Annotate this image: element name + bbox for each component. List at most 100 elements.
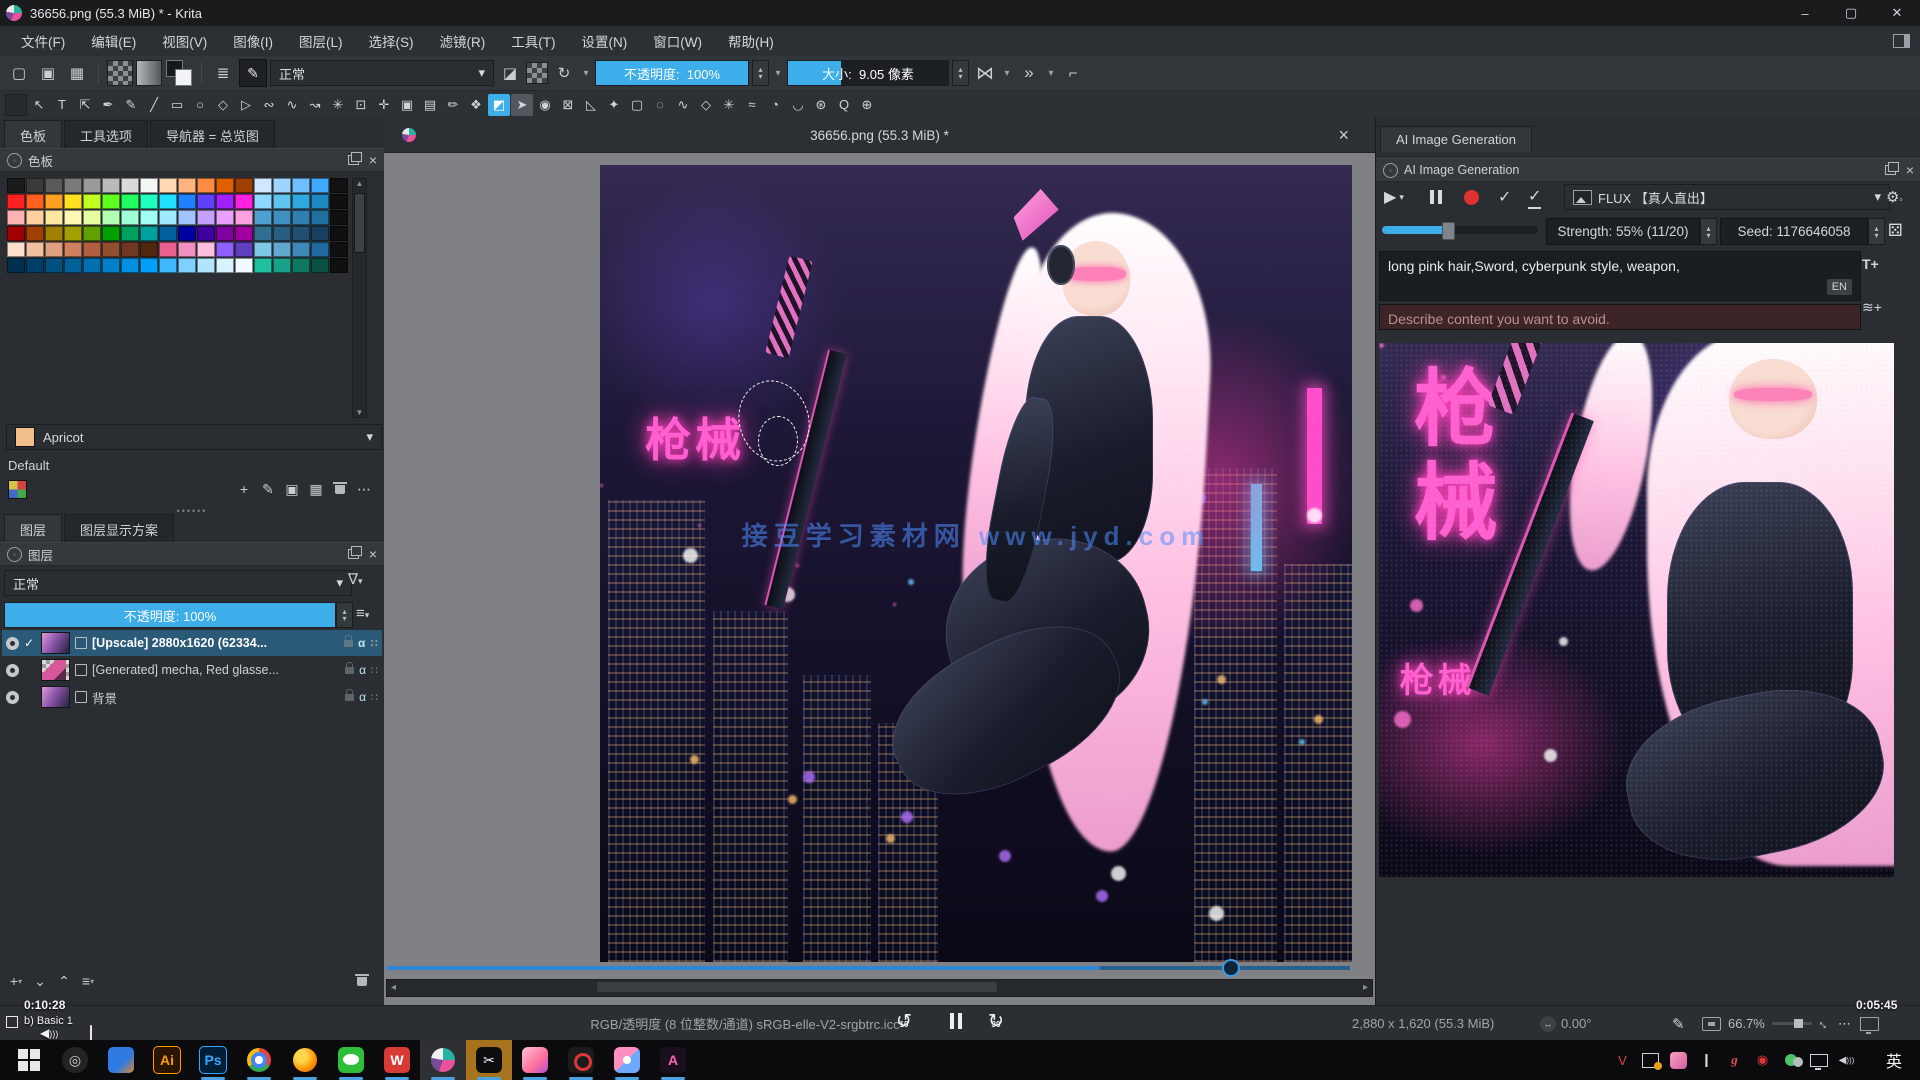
g-app-icon[interactable]: g bbox=[1725, 1051, 1744, 1070]
zoom-tool[interactable]: Q bbox=[833, 94, 855, 116]
video-pause-button[interactable] bbox=[948, 1013, 964, 1033]
menu-item-8[interactable]: 设置(N) bbox=[569, 26, 641, 56]
palette-swatch-22[interactable] bbox=[83, 194, 101, 209]
palette-swatch-89[interactable] bbox=[330, 242, 348, 257]
palette-grid[interactable] bbox=[7, 178, 348, 273]
palette-swatch-42[interactable] bbox=[121, 210, 139, 225]
palette-swatch-36[interactable] bbox=[7, 210, 25, 225]
zoom-slider[interactable] bbox=[1772, 1006, 1812, 1041]
magnetic-select-tool[interactable]: ◡ bbox=[787, 94, 809, 116]
ellipse-tool[interactable]: ○ bbox=[189, 94, 211, 116]
palette-swatch-73[interactable] bbox=[26, 242, 44, 257]
palette-swatch-11[interactable] bbox=[216, 178, 234, 193]
palette-swatch-45[interactable] bbox=[178, 210, 196, 225]
taskbar-app-obs[interactable]: ◎ bbox=[52, 1040, 98, 1080]
palette-swatch-97[interactable] bbox=[140, 258, 158, 273]
layer-properties-icon[interactable]: ≡▾ bbox=[76, 970, 100, 992]
add-layer-icon[interactable]: +▾ bbox=[4, 970, 28, 992]
float-docker-icon[interactable] bbox=[1885, 165, 1896, 175]
multibrush-tool[interactable]: ✳ bbox=[327, 94, 349, 116]
messenger-icon[interactable] bbox=[1781, 1051, 1800, 1070]
layer-visibility-icon[interactable] bbox=[6, 664, 19, 677]
taskbar-app-firefox[interactable] bbox=[282, 1040, 328, 1080]
palette-swatch-21[interactable] bbox=[64, 194, 82, 209]
chevron-down-icon[interactable]: ▾ bbox=[580, 60, 592, 86]
alpha-lock-icon[interactable]: α bbox=[359, 663, 366, 677]
layer-opacity-slider[interactable]: 不透明度: 100% bbox=[4, 602, 336, 628]
float-docker-icon[interactable] bbox=[348, 549, 359, 559]
palette-swatch-78[interactable] bbox=[121, 242, 139, 257]
rect-select-tool[interactable]: ▢ bbox=[626, 94, 648, 116]
taskbar-app-capcut[interactable]: ✂ bbox=[466, 1040, 512, 1080]
model-select[interactable]: FLUX 【真人直出】 ▾ bbox=[1564, 184, 1890, 210]
menu-item-1[interactable]: 编辑(E) bbox=[78, 26, 149, 56]
palette-swatch-7[interactable] bbox=[140, 178, 158, 193]
prompt-language-badge[interactable]: EN bbox=[1827, 279, 1852, 295]
palette-swatch-76[interactable] bbox=[83, 242, 101, 257]
freehand-brush-tool[interactable]: ✎ bbox=[120, 94, 142, 116]
menu-item-0[interactable]: 文件(F) bbox=[8, 26, 78, 56]
taskbar-app-ai-app[interactable]: A bbox=[650, 1040, 696, 1080]
menu-item-3[interactable]: 图像(I) bbox=[220, 26, 286, 56]
taskbar-app-paint-app[interactable] bbox=[604, 1040, 650, 1080]
bezier-curve-tool[interactable]: ∾ bbox=[258, 94, 280, 116]
taskbar-app-illustrator[interactable]: Ai bbox=[144, 1040, 190, 1080]
text-tool[interactable]: T bbox=[51, 94, 73, 116]
palette-swatch-58[interactable] bbox=[83, 226, 101, 241]
layer-filter-icon[interactable]: ∇▾ bbox=[348, 570, 363, 588]
palette-more-icon[interactable]: ⋯ bbox=[352, 478, 376, 500]
polyline-tool[interactable]: ▷ bbox=[235, 94, 257, 116]
palette-swatch-68[interactable] bbox=[273, 226, 291, 241]
docker-tab-1[interactable]: 图层显示方案 bbox=[64, 514, 174, 544]
palette-swatch-44[interactable] bbox=[159, 210, 177, 225]
text-add-icon[interactable]: T+ bbox=[1862, 251, 1879, 277]
close-button[interactable]: ✕ bbox=[1874, 0, 1920, 26]
palette-swatch-61[interactable] bbox=[140, 226, 158, 241]
pink-app-icon[interactable] bbox=[1669, 1051, 1688, 1070]
edit-swatch-icon[interactable]: ✎ bbox=[256, 478, 280, 500]
palette-swatch-62[interactable] bbox=[159, 226, 177, 241]
palette-swatch-41[interactable] bbox=[102, 210, 120, 225]
polygonal-select-tool[interactable]: ◇ bbox=[695, 94, 717, 116]
palette-swatch-17[interactable] bbox=[330, 178, 348, 193]
palette-swatch-77[interactable] bbox=[102, 242, 120, 257]
edit-shapes-tool[interactable]: ⇱ bbox=[74, 94, 96, 116]
taskbar-app-krita[interactable] bbox=[420, 1040, 466, 1080]
palette-swatch-93[interactable] bbox=[64, 258, 82, 273]
layer-opacity-spinner[interactable]: ▴▾ bbox=[336, 602, 353, 628]
float-docker-icon[interactable] bbox=[348, 155, 359, 165]
palette-view-icon[interactable]: ▦ bbox=[304, 478, 328, 500]
palette-swatch-72[interactable] bbox=[7, 242, 25, 257]
palette-icon[interactable] bbox=[8, 480, 27, 499]
generate-play-icon[interactable]: ▶▾ bbox=[1384, 184, 1404, 210]
gear-icon[interactable]: ⚙。 bbox=[1886, 184, 1907, 210]
palette-swatch-71[interactable] bbox=[330, 226, 348, 241]
scroll-up-icon[interactable]: ▲ bbox=[356, 179, 364, 188]
tab-ai-image-generation[interactable]: AI Image Generation bbox=[1380, 126, 1532, 152]
canvas-hscrollbar[interactable]: ◂ ▸ bbox=[386, 979, 1373, 997]
strength-slider[interactable] bbox=[1382, 226, 1538, 234]
taskbar-app-recorder-app[interactable] bbox=[558, 1040, 604, 1080]
delete-swatch-icon[interactable] bbox=[328, 478, 352, 500]
pattern-edit-tool[interactable]: ❖ bbox=[465, 94, 487, 116]
palette-swatch-57[interactable] bbox=[64, 226, 82, 241]
palette-swatch-101[interactable] bbox=[216, 258, 234, 273]
taskbar-app-wechat[interactable] bbox=[328, 1040, 374, 1080]
layer-options-icon[interactable]: ≡▾ bbox=[356, 605, 369, 622]
palette-swatch-43[interactable] bbox=[140, 210, 158, 225]
docker-tab-2[interactable]: 导航器 = 总览图 bbox=[150, 120, 275, 150]
docker-lock-icon[interactable]: ◦ bbox=[7, 547, 22, 562]
layer-visibility-icon[interactable] bbox=[6, 691, 19, 704]
minimize-button[interactable]: – bbox=[1782, 0, 1828, 26]
palette-swatch-18[interactable] bbox=[7, 194, 25, 209]
forward-30-button[interactable]: ↻30 bbox=[988, 1012, 1004, 1031]
layer-blend-mode-select[interactable]: 正常 ▾ bbox=[4, 570, 352, 596]
strength-value[interactable]: Strength: 55% (11/20) bbox=[1546, 218, 1700, 245]
pattern-chooser[interactable] bbox=[107, 60, 133, 86]
menu-item-2[interactable]: 视图(V) bbox=[149, 26, 220, 56]
palette-swatch-64[interactable] bbox=[197, 226, 215, 241]
menu-item-5[interactable]: 选择(S) bbox=[356, 26, 427, 56]
palette-swatch-107[interactable] bbox=[330, 258, 348, 273]
line-tool[interactable]: ╱ bbox=[143, 94, 165, 116]
chevron-down-icon[interactable]: ▾ bbox=[772, 60, 784, 86]
